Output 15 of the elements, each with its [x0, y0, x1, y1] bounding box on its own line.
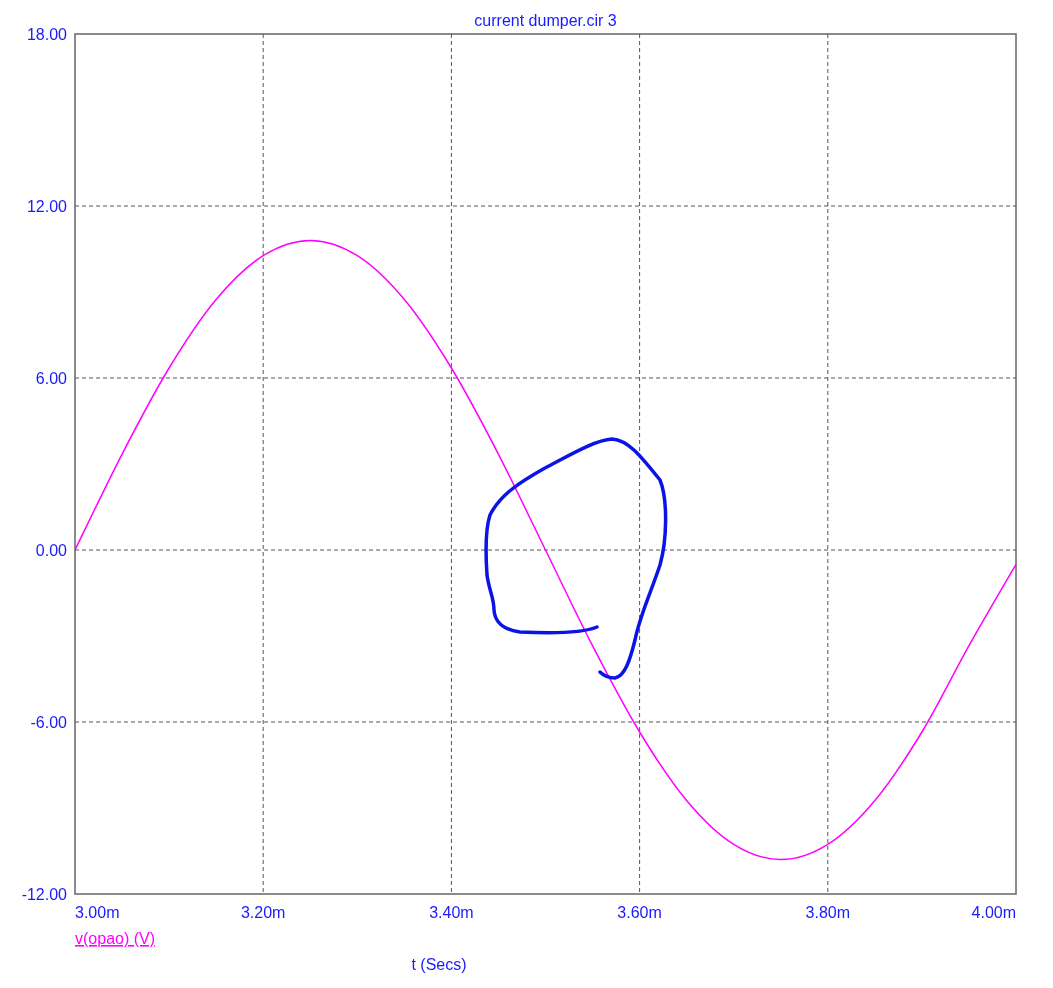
- x-tick-label: 3.40m: [429, 904, 474, 921]
- y-tick-label: 18.00: [26, 26, 67, 43]
- y-tick-label: 6.00: [35, 370, 67, 387]
- x-tick-label: 3.20m: [240, 904, 286, 921]
- y-tick-label: 0.00: [35, 542, 67, 559]
- x-tick-label: 3.00m: [75, 904, 120, 921]
- chart-title: current dumper.cir 3: [474, 12, 617, 29]
- y-tick-label: -6.00: [30, 714, 67, 731]
- x-tick-label: 4.00m: [971, 904, 1016, 921]
- y-tick-label: -12.00: [21, 886, 67, 903]
- y-tick-label: 12.00: [26, 198, 67, 215]
- x-tick-label: 3.80m: [805, 904, 851, 921]
- legend-label[interactable]: v(opao) (V): [75, 930, 156, 947]
- x-axis-label: t (Secs): [411, 956, 467, 973]
- x-tick-label: 3.60m: [617, 904, 662, 921]
